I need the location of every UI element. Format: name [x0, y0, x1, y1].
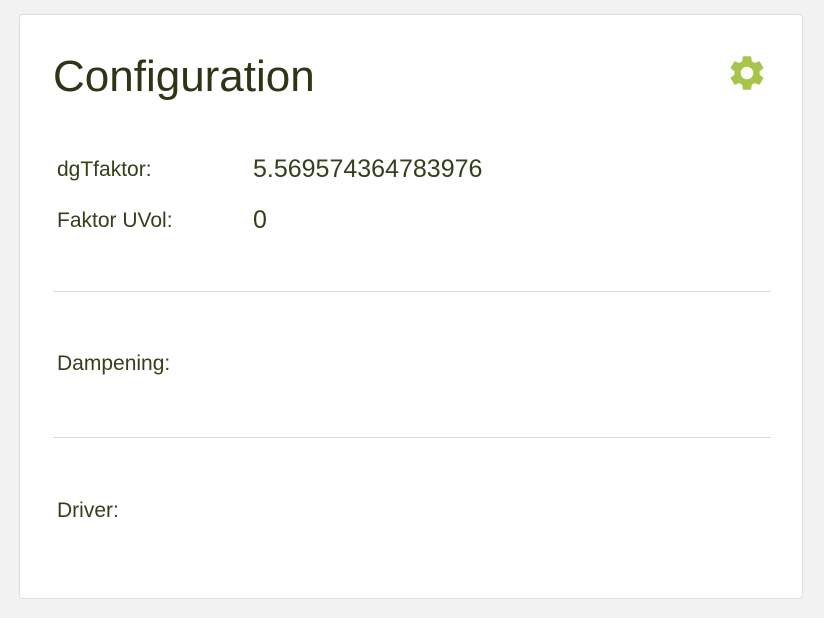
settings-button[interactable]: [725, 53, 769, 97]
faktor-uvol-label: Faktor UVol:: [57, 209, 173, 232]
dgtfaktor-value: 5.569574364783976: [253, 155, 483, 183]
configuration-card: Configuration dgTfaktor: 5.5695743647839…: [19, 14, 803, 599]
section-divider: [53, 291, 771, 292]
dgtfaktor-label: dgTfaktor:: [57, 158, 152, 181]
card-title: Configuration: [53, 52, 315, 101]
driver-label: Driver:: [57, 499, 119, 522]
gear-icon: [726, 52, 768, 99]
faktor-uvol-value: 0: [253, 206, 267, 234]
section-divider: [53, 437, 771, 438]
dampening-label: Dampening:: [57, 352, 171, 375]
